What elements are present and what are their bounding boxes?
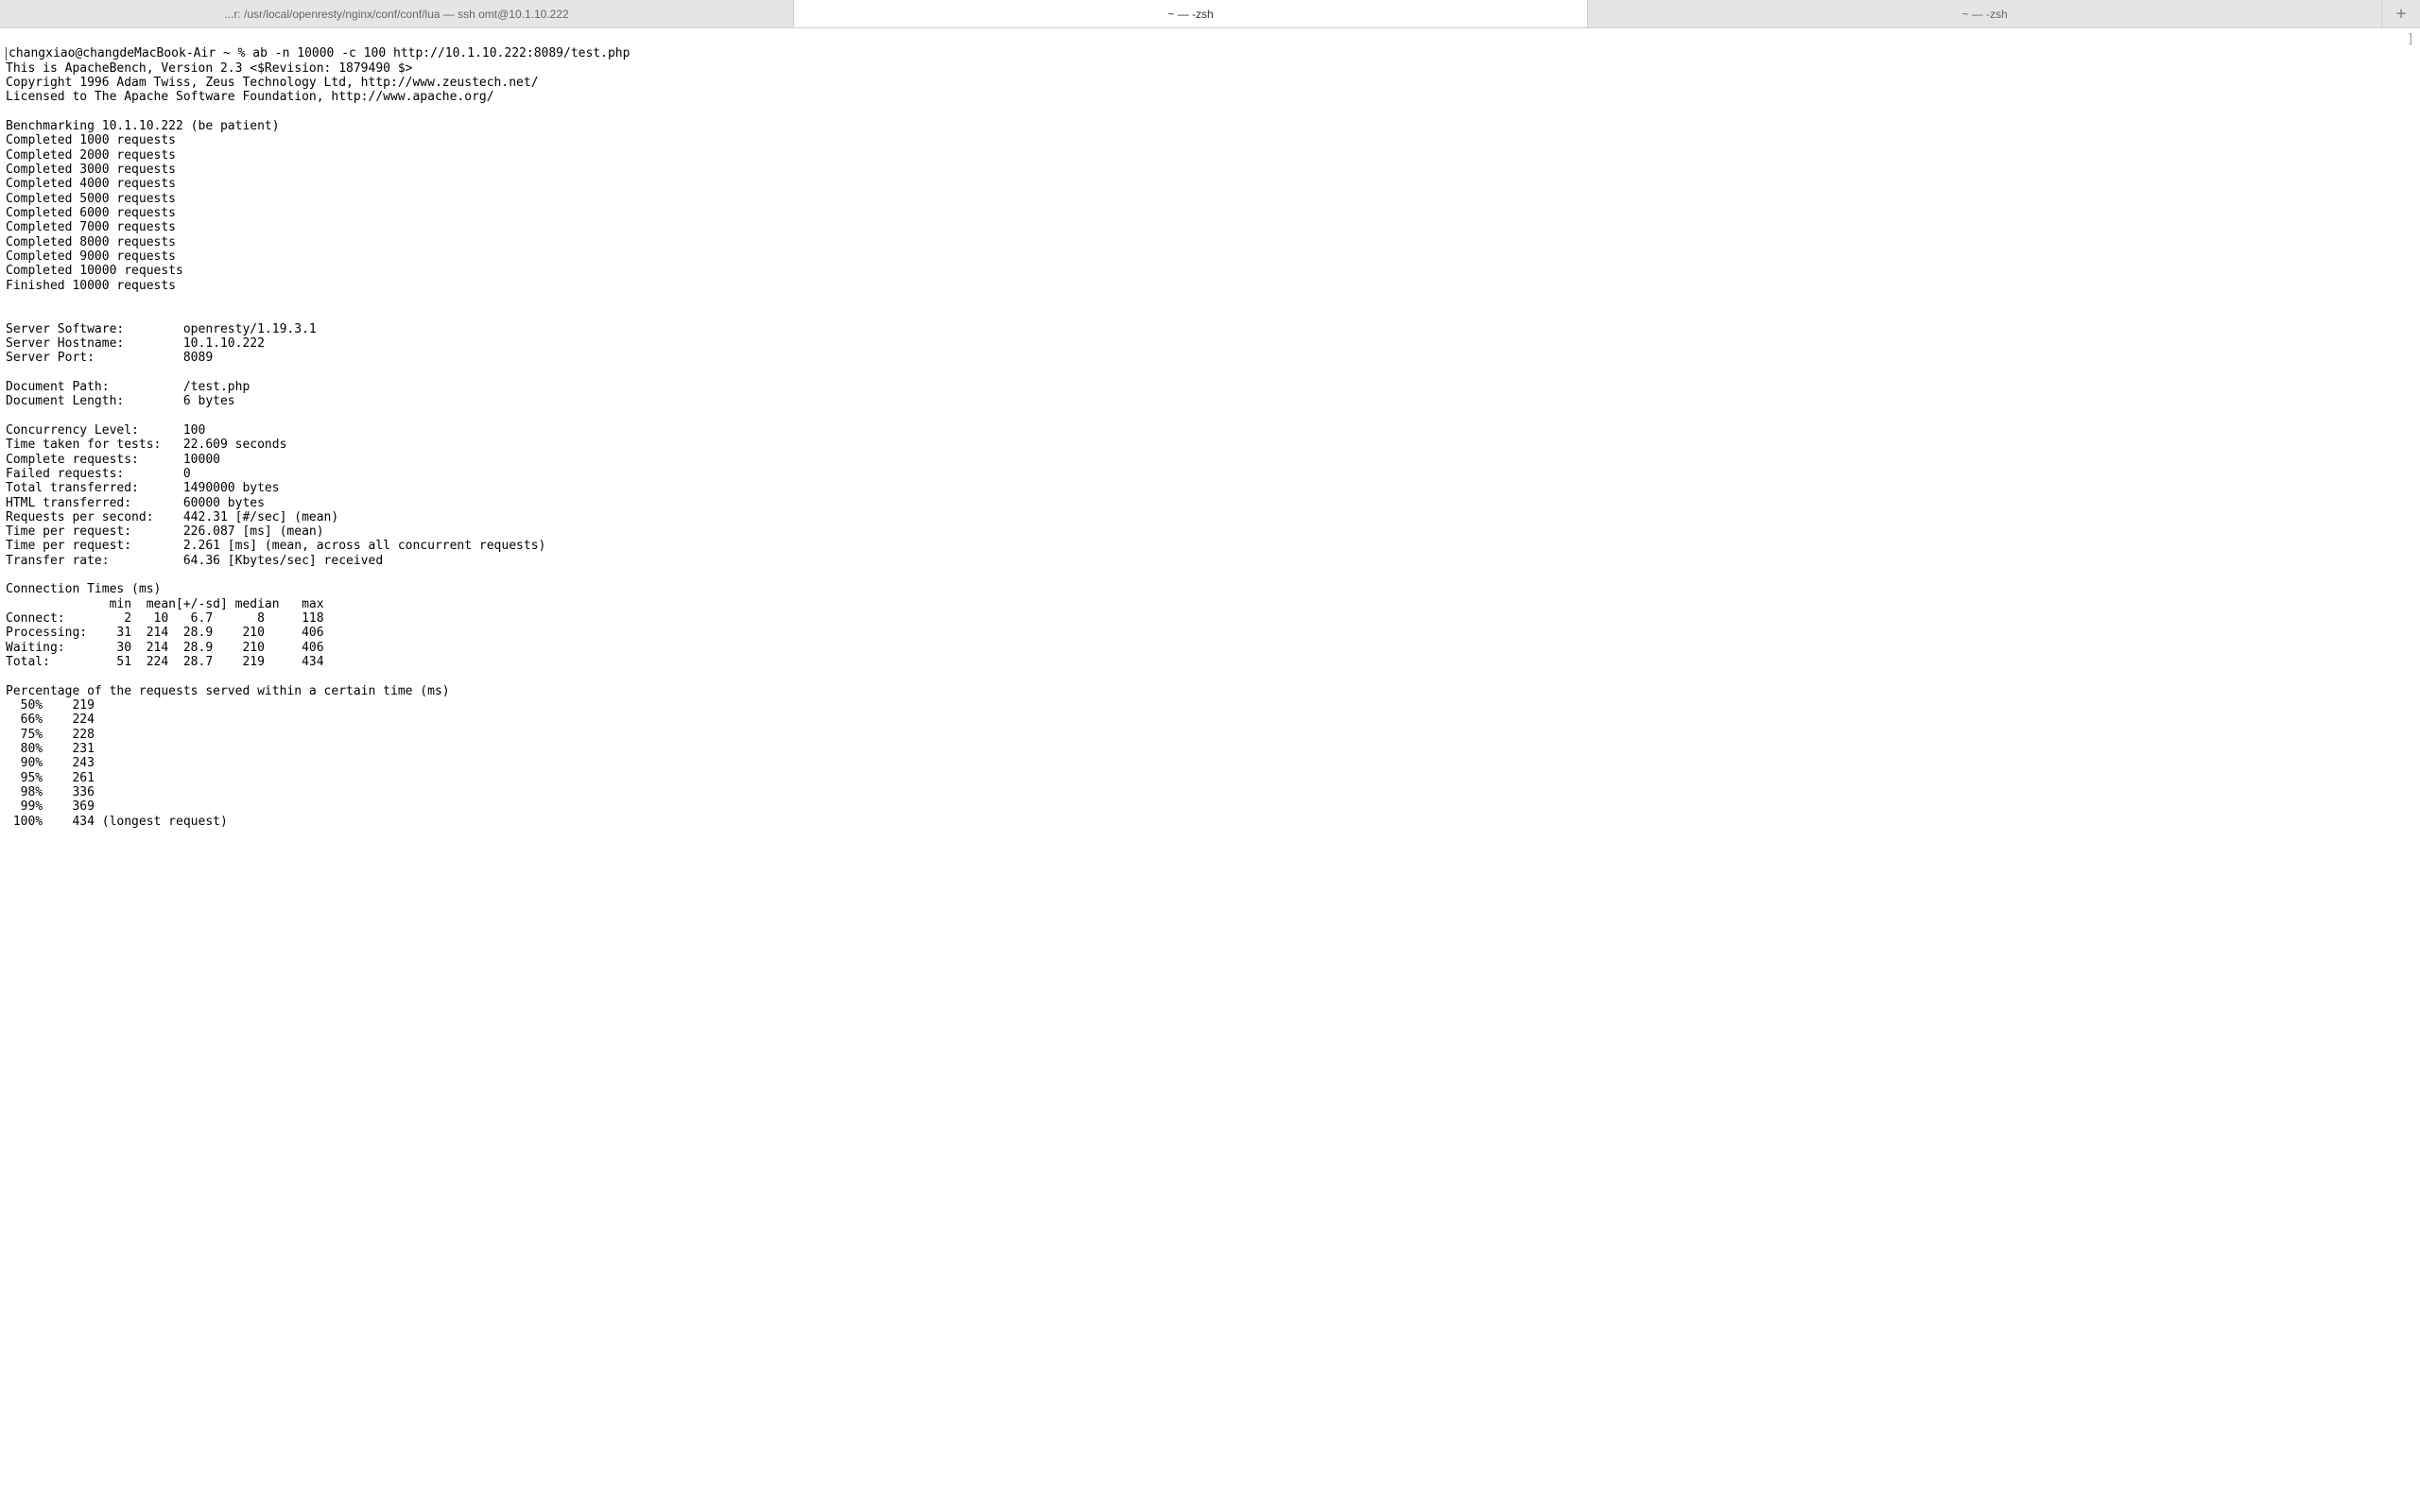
header-line: Copyright 1996 Adam Twiss, Zeus Technolo… bbox=[6, 76, 539, 90]
progress-line: Completed 6000 requests bbox=[6, 206, 176, 220]
scroll-indicator: ] bbox=[2407, 32, 2414, 46]
percentile-row: 98% 336 bbox=[6, 785, 95, 799]
percentile-row: 99% 369 bbox=[6, 799, 95, 814]
conn-times-row: Waiting: 30 214 28.9 210 406 bbox=[6, 641, 324, 655]
result-line: Document Path: /test.php bbox=[6, 380, 250, 394]
header-line: Licensed to The Apache Software Foundati… bbox=[6, 90, 494, 104]
percentile-row: 75% 228 bbox=[6, 728, 95, 742]
result-line: Document Length: 6 bytes bbox=[6, 394, 235, 408]
result-line: Server Software: openresty/1.19.3.1 bbox=[6, 322, 317, 336]
cursor-mark bbox=[6, 47, 7, 60]
progress-line: Completed 4000 requests bbox=[6, 177, 176, 191]
conn-times-row: Total: 51 224 28.7 219 434 bbox=[6, 655, 324, 669]
progress-line: Completed 5000 requests bbox=[6, 192, 176, 206]
result-line: Transfer rate: 64.36 [Kbytes/sec] receiv… bbox=[6, 554, 383, 568]
result-line: Time taken for tests: 22.609 seconds bbox=[6, 438, 286, 452]
percentile-row: 90% 243 bbox=[6, 756, 95, 770]
result-line: Total transferred: 1490000 bytes bbox=[6, 481, 280, 495]
tab-3[interactable]: ~ — -zsh bbox=[1588, 0, 2382, 27]
progress-line: Completed 10000 requests bbox=[6, 264, 183, 278]
result-line: Time per request: 2.261 [ms] (mean, acro… bbox=[6, 539, 545, 553]
conn-times-header: Connection Times (ms) bbox=[6, 582, 161, 596]
percentile-row: 50% 219 bbox=[6, 698, 95, 713]
prompt: changxiao@changdeMacBook-Air ~ % bbox=[9, 46, 252, 60]
result-line: Failed requests: 0 bbox=[6, 467, 191, 481]
tab-bar: ...r: /usr/local/openresty/nginx/conf/co… bbox=[0, 0, 2420, 28]
benchmarking-line: Benchmarking 10.1.10.222 (be patient) bbox=[6, 119, 280, 133]
tab-2[interactable]: ~ — -zsh bbox=[794, 0, 1588, 27]
conn-times-row: Connect: 2 10 6.7 8 118 bbox=[6, 611, 324, 626]
percentile-header: Percentage of the requests served within… bbox=[6, 684, 450, 698]
result-line: HTML transferred: 60000 bytes bbox=[6, 496, 265, 510]
progress-line: Completed 7000 requests bbox=[6, 220, 176, 234]
conn-times-cols: min mean[+/-sd] median max bbox=[6, 597, 324, 611]
percentile-row: 66% 224 bbox=[6, 713, 95, 727]
percentile-row: 95% 261 bbox=[6, 771, 95, 785]
percentile-row: 80% 231 bbox=[6, 742, 95, 756]
progress-line: Completed 1000 requests bbox=[6, 133, 176, 147]
progress-line: Completed 2000 requests bbox=[6, 148, 176, 163]
result-line: Complete requests: 10000 bbox=[6, 453, 220, 467]
header-line: This is ApacheBench, Version 2.3 <$Revis… bbox=[6, 61, 412, 76]
result-line: Concurrency Level: 100 bbox=[6, 423, 205, 438]
tab-1[interactable]: ...r: /usr/local/openresty/nginx/conf/co… bbox=[0, 0, 794, 27]
result-line: Server Port: 8089 bbox=[6, 351, 213, 365]
progress-line: Completed 8000 requests bbox=[6, 235, 176, 249]
result-line: Requests per second: 442.31 [#/sec] (mea… bbox=[6, 510, 338, 524]
progress-line: Completed 3000 requests bbox=[6, 163, 176, 177]
result-line: Server Hostname: 10.1.10.222 bbox=[6, 336, 265, 351]
progress-line: Finished 10000 requests bbox=[6, 279, 176, 293]
terminal-output[interactable]: ] changxiao@changdeMacBook-Air ~ % ab -n … bbox=[0, 28, 2420, 833]
conn-times-row: Processing: 31 214 28.9 210 406 bbox=[6, 626, 324, 640]
result-line: Time per request: 226.087 [ms] (mean) bbox=[6, 524, 324, 539]
add-tab-button[interactable]: + bbox=[2382, 0, 2420, 27]
command-text: ab -n 10000 -c 100 http://10.1.10.222:80… bbox=[252, 46, 630, 60]
percentile-row: 100% 434 (longest request) bbox=[6, 815, 228, 829]
progress-line: Completed 9000 requests bbox=[6, 249, 176, 264]
